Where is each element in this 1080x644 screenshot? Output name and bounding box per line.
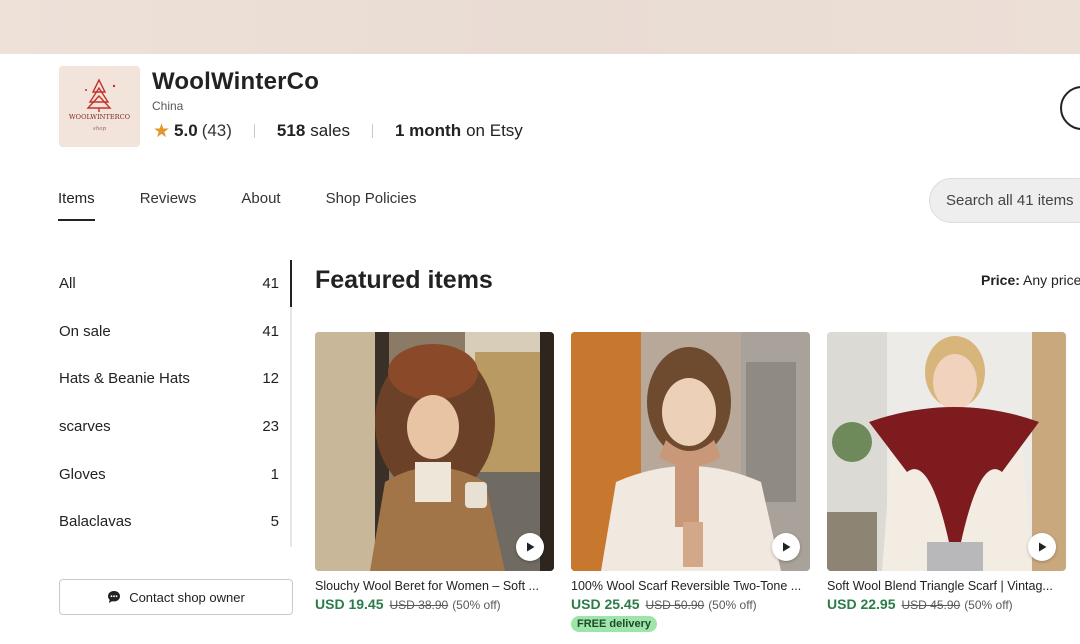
chat-icon: [108, 591, 121, 603]
sidebar-item-on-sale[interactable]: On sale 41: [59, 308, 292, 356]
product-title[interactable]: Soft Wool Blend Triangle Scarf | Vintag.…: [827, 579, 1065, 593]
contact-label: Contact shop owner: [129, 589, 245, 605]
sidebar-item-count: 12: [262, 370, 279, 388]
sidebar-item-balaclavas[interactable]: Balaclavas 5: [59, 498, 292, 546]
discount-label: (50% off): [964, 598, 1013, 612]
play-icon: [527, 542, 535, 552]
follow-shop-button[interactable]: [1060, 86, 1080, 130]
play-icon: [783, 542, 791, 552]
star-icon: ★: [153, 120, 171, 142]
price-filter-value: Any price: [1023, 272, 1080, 288]
sidebar-item-count: 23: [262, 418, 279, 436]
tab-items[interactable]: Items: [58, 190, 95, 221]
sales-count: 518: [276, 121, 306, 140]
stat-divider: [371, 124, 373, 138]
sidebar-item-count: 41: [262, 322, 279, 340]
contact-shop-owner-button[interactable]: Contact shop owner: [59, 579, 293, 615]
price-row: USD 25.45 USD 50.90 (50% off): [571, 596, 811, 612]
shop-tabs: Items Reviews About Shop Policies: [58, 190, 461, 221]
original-price: USD 38.90: [389, 598, 449, 612]
shop-name: WoolWinterCo: [152, 68, 320, 95]
product-title[interactable]: Slouchy Wool Beret for Women – Soft ...: [315, 579, 553, 593]
svg-text:shop: shop: [93, 126, 107, 132]
sidebar-item-count: 5: [270, 513, 279, 531]
tenure-label: on Etsy: [466, 121, 523, 140]
svg-text:WOOLWINTERCO: WOOLWINTERCO: [69, 113, 131, 121]
sidebar-item-label: All: [59, 275, 76, 293]
sidebar-item-count: 1: [270, 465, 279, 483]
sidebar-item-scarves[interactable]: scarves 23: [59, 403, 292, 451]
tab-shop-policies[interactable]: Shop Policies: [326, 190, 417, 221]
product-image[interactable]: [315, 332, 554, 571]
featured-items-heading: Featured items: [315, 266, 493, 294]
shop-banner: [0, 0, 1080, 54]
price-filter-label: Price:: [981, 272, 1020, 288]
discount-label: (50% off): [452, 598, 501, 612]
product-card[interactable]: Slouchy Wool Beret for Women – Soft ... …: [315, 332, 555, 612]
sidebar-item-label: scarves: [59, 418, 111, 436]
product-card[interactable]: Soft Wool Blend Triangle Scarf | Vintag.…: [827, 332, 1067, 612]
tab-reviews[interactable]: Reviews: [140, 190, 197, 221]
sidebar-item-label: Balaclavas: [59, 513, 132, 531]
price-row: USD 22.95 USD 45.90 (50% off): [827, 596, 1067, 612]
section-sidebar: All 41 On sale 41 Hats & Beanie Hats 12 …: [59, 260, 292, 546]
sidebar-item-hats[interactable]: Hats & Beanie Hats 12: [59, 355, 292, 403]
discount-label: (50% off): [708, 598, 757, 612]
shop-location: China: [152, 99, 184, 113]
sale-price: USD 19.45: [315, 596, 384, 612]
product-title[interactable]: 100% Wool Scarf Reversible Two-Tone ...: [571, 579, 809, 593]
stat-divider: [253, 124, 255, 138]
sidebar-item-gloves[interactable]: Gloves 1: [59, 450, 292, 498]
sale-price: USD 22.95: [827, 596, 896, 612]
product-image[interactable]: [827, 332, 1066, 571]
free-delivery-badge: FREE delivery: [571, 616, 657, 632]
sales-label: sales: [310, 121, 350, 140]
product-image[interactable]: [571, 332, 810, 571]
price-filter-dropdown[interactable]: Price: Any price: [981, 272, 1080, 288]
play-video-button[interactable]: [516, 533, 544, 561]
rating-count-link[interactable]: (43): [202, 121, 232, 141]
tab-about[interactable]: About: [241, 190, 280, 221]
shop-rating: 5.0: [174, 121, 198, 140]
sidebar-item-label: Gloves: [59, 465, 106, 483]
sidebar-item-all[interactable]: All 41: [59, 260, 292, 308]
shop-stats: ★ 5.0 (43) 518 sales 1 month on Etsy: [153, 120, 523, 142]
original-price: USD 45.90: [901, 598, 961, 612]
play-icon: [1039, 542, 1047, 552]
sale-price: USD 25.45: [571, 596, 640, 612]
shop-logo[interactable]: WOOLWINTERCO shop: [59, 66, 140, 147]
sidebar-item-count: 41: [262, 275, 279, 293]
shop-search-input[interactable]: Search all 41 items: [929, 178, 1080, 223]
sidebar-item-label: Hats & Beanie Hats: [59, 370, 190, 388]
product-card[interactable]: 100% Wool Scarf Reversible Two-Tone ... …: [571, 332, 811, 632]
play-video-button[interactable]: [1028, 533, 1056, 561]
sidebar-item-label: On sale: [59, 322, 111, 340]
original-price: USD 50.90: [645, 598, 705, 612]
price-row: USD 19.45 USD 38.90 (50% off): [315, 596, 555, 612]
play-video-button[interactable]: [772, 533, 800, 561]
tenure-value: 1 month: [394, 121, 462, 140]
